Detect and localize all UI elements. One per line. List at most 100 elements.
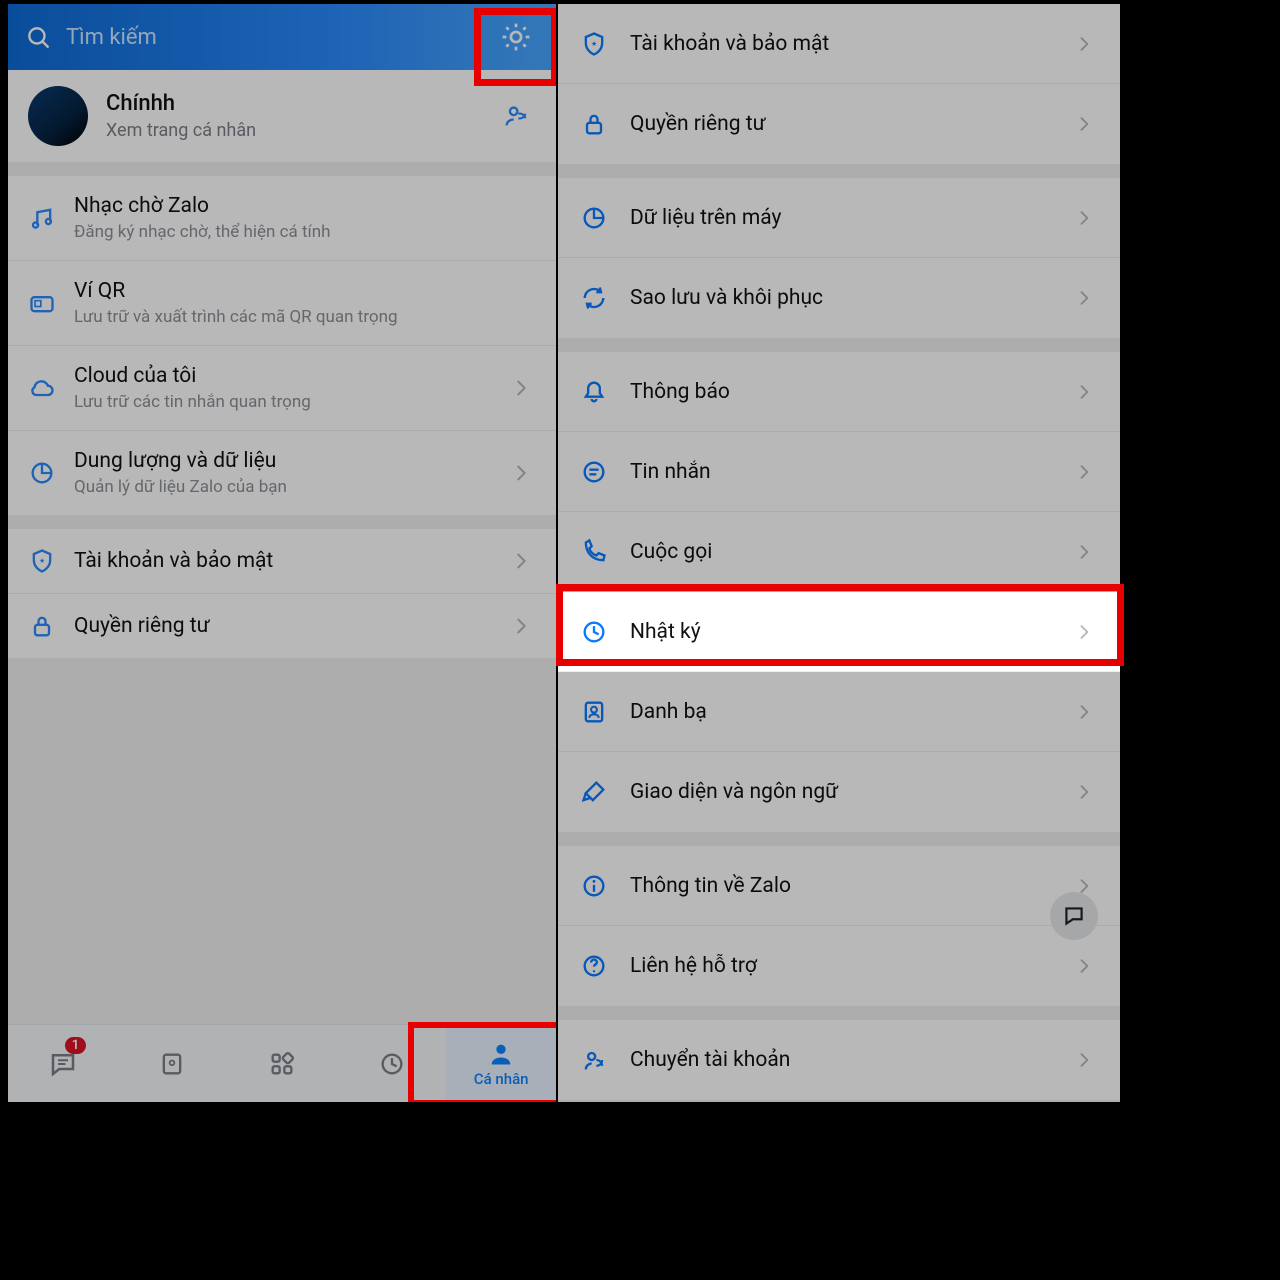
lock-icon bbox=[580, 110, 630, 138]
chevron-icon bbox=[1074, 34, 1098, 54]
contacts-tab-icon bbox=[158, 1050, 186, 1078]
chevron-icon bbox=[1074, 1050, 1098, 1070]
settings-item-chat-Tin-nhắn[interactable]: Tin nhắn bbox=[558, 432, 1120, 512]
help-icon bbox=[580, 952, 630, 980]
menu-subtitle: Lưu trữ và xuất trình các mã QR quan trọ… bbox=[74, 307, 510, 327]
chat-fab[interactable] bbox=[1050, 892, 1098, 940]
tab-timeline[interactable] bbox=[337, 1025, 447, 1102]
chevron-icon bbox=[1074, 208, 1098, 228]
settings-title: Sao lưu và khôi phục bbox=[630, 286, 1074, 310]
chevron-icon bbox=[1074, 288, 1098, 308]
search-icon[interactable] bbox=[18, 24, 58, 50]
chat-icon bbox=[580, 458, 630, 486]
settings-title: Nhật ký bbox=[630, 620, 1074, 644]
phone-icon bbox=[580, 538, 630, 566]
settings-item-bell-Thông-báo[interactable]: Thông báo bbox=[558, 352, 1120, 432]
settings-title: Chuyển tài khoản bbox=[630, 1048, 1074, 1072]
settings-item-info-Thông-tin-về-Zalo[interactable]: Thông tin về Zalo bbox=[558, 846, 1120, 926]
tab-personal[interactable]: Cá nhân bbox=[446, 1025, 556, 1102]
wallet-icon bbox=[28, 289, 74, 317]
settings-title: Giao diện và ngôn ngữ bbox=[630, 780, 1074, 804]
settings-title: Dữ liệu trên máy bbox=[630, 206, 1074, 230]
menu-subtitle: Quản lý dữ liệu Zalo của bạn bbox=[74, 477, 510, 497]
menu-item-lock[interactable]: Quyền riêng tư bbox=[8, 594, 556, 658]
clock-icon bbox=[580, 618, 630, 646]
settings-title: Tài khoản và bảo mật bbox=[630, 32, 1074, 56]
menu-title: Cloud của tôi bbox=[74, 364, 510, 388]
menu-group-2: Tài khoản và bảo mật Quyền riêng tư bbox=[8, 529, 556, 658]
header-bar: Tìm kiếm bbox=[8, 4, 556, 70]
settings-title: Tin nhắn bbox=[630, 460, 1074, 484]
chevron-icon bbox=[1074, 782, 1098, 802]
music-icon bbox=[28, 204, 74, 232]
chevron-icon bbox=[1074, 462, 1098, 482]
switch-user-icon[interactable] bbox=[496, 102, 536, 130]
profile-screen: Tìm kiếm Chínhh Xem trang cá nhân Nhạc c… bbox=[8, 4, 556, 1102]
settings-title: Quyền riêng tư bbox=[630, 112, 1074, 136]
settings-item-contacts-Danh-bạ[interactable]: Danh bạ bbox=[558, 672, 1120, 752]
settings-item-phone-Cuộc-gọi[interactable]: Cuộc gọi bbox=[558, 512, 1120, 592]
pie-icon bbox=[28, 459, 74, 487]
menu-item-cloud[interactable]: Cloud của tôi Lưu trữ các tin nhắn quan … bbox=[8, 346, 556, 431]
settings-title: Thông báo bbox=[630, 380, 1074, 404]
tab-messages[interactable]: 1 bbox=[8, 1025, 118, 1102]
chevron-icon bbox=[510, 377, 536, 399]
settings-item-sync-Sao-lưu-và-khôi-phục[interactable]: Sao lưu và khôi phục bbox=[558, 258, 1120, 338]
chevron-icon bbox=[1074, 622, 1098, 642]
discover-icon bbox=[268, 1050, 296, 1078]
settings-button[interactable] bbox=[486, 20, 546, 54]
settings-title: Thông tin về Zalo bbox=[630, 874, 1074, 898]
chevron-icon bbox=[510, 615, 536, 637]
tab-contacts[interactable] bbox=[118, 1025, 228, 1102]
menu-title: Quyền riêng tư bbox=[74, 614, 510, 638]
menu-subtitle: Lưu trữ các tin nhắn quan trọng bbox=[74, 392, 510, 412]
lock-icon bbox=[28, 612, 74, 640]
chevron-icon bbox=[1074, 542, 1098, 562]
menu-item-music[interactable]: Nhạc chờ Zalo Đăng ký nhạc chờ, thể hiện… bbox=[8, 176, 556, 261]
sync-icon bbox=[580, 284, 630, 312]
profile-sub: Xem trang cá nhân bbox=[106, 120, 496, 141]
settings-item-shield-Tài-khoản-và-bảo-mật[interactable]: Tài khoản và bảo mật bbox=[558, 4, 1120, 84]
menu-item-shield[interactable]: Tài khoản và bảo mật bbox=[8, 529, 556, 594]
settings-title: Liên hệ hỗ trợ bbox=[630, 954, 1074, 978]
settings-item-pie-Dữ-liệu-trên-máy[interactable]: Dữ liệu trên máy bbox=[558, 178, 1120, 258]
chevron-icon bbox=[510, 462, 536, 484]
menu-title: Ví QR bbox=[74, 279, 510, 303]
menu-title: Dung lượng và dữ liệu bbox=[74, 449, 510, 473]
shield-icon bbox=[28, 547, 74, 575]
settings-item-clock-Nhật-ký[interactable]: Nhật ký bbox=[558, 592, 1120, 672]
menu-title: Tài khoản và bảo mật bbox=[74, 549, 510, 573]
avatar bbox=[28, 86, 88, 146]
bell-icon bbox=[580, 378, 630, 406]
tab-discover[interactable] bbox=[227, 1025, 337, 1102]
search-input[interactable]: Tìm kiếm bbox=[58, 25, 486, 50]
settings-title: Danh bạ bbox=[630, 700, 1074, 724]
chevron-icon bbox=[510, 550, 536, 572]
settings-item-brush-Giao-diện-và-ngôn-ngữ[interactable]: Giao diện và ngôn ngữ bbox=[558, 752, 1120, 832]
chevron-icon bbox=[1074, 702, 1098, 722]
cloud-icon bbox=[28, 374, 74, 402]
person-icon bbox=[487, 1040, 515, 1068]
menu-subtitle: Đăng ký nhạc chờ, thể hiện cá tính bbox=[74, 222, 510, 242]
settings-item-lock-Quyền-riêng-tư[interactable]: Quyền riêng tư bbox=[558, 84, 1120, 164]
settings-item-switch-Chuyển-tài-khoản[interactable]: Chuyển tài khoản bbox=[558, 1020, 1120, 1100]
switch-icon bbox=[580, 1046, 630, 1074]
profile-row[interactable]: Chínhh Xem trang cá nhân bbox=[8, 70, 556, 162]
pie-icon bbox=[580, 204, 630, 232]
badge-count: 1 bbox=[65, 1037, 86, 1054]
settings-title: Cuộc gọi bbox=[630, 540, 1074, 564]
brush-icon bbox=[580, 778, 630, 806]
shield-icon bbox=[580, 30, 630, 58]
profile-name: Chínhh bbox=[106, 91, 496, 116]
bottom-nav: 1 Cá nhân bbox=[8, 1024, 556, 1102]
chevron-icon bbox=[1074, 382, 1098, 402]
chevron-icon bbox=[1074, 956, 1098, 976]
menu-item-wallet[interactable]: Ví QR Lưu trữ và xuất trình các mã QR qu… bbox=[8, 261, 556, 346]
tab-personal-label: Cá nhân bbox=[474, 1070, 529, 1088]
chevron-icon bbox=[1074, 114, 1098, 134]
menu-title: Nhạc chờ Zalo bbox=[74, 194, 510, 218]
contacts-icon bbox=[580, 698, 630, 726]
menu-item-pie[interactable]: Dung lượng và dữ liệu Quản lý dữ liệu Za… bbox=[8, 431, 556, 515]
info-icon bbox=[580, 872, 630, 900]
settings-item-help-Liên-hệ-hỗ-trợ[interactable]: Liên hệ hỗ trợ bbox=[558, 926, 1120, 1006]
